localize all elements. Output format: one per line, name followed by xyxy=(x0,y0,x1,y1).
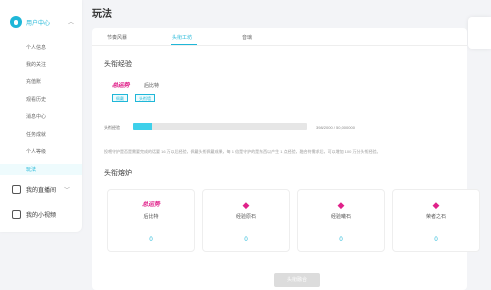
chevron-down-icon[interactable]: ﹀ xyxy=(64,185,70,194)
sidebar-item-messages[interactable]: 消息中心 xyxy=(26,113,46,120)
sidebar-item-tasks[interactable]: 任务成就 xyxy=(26,131,46,138)
sidebar-group-label: 我的小视频 xyxy=(26,213,57,219)
video-icon xyxy=(12,210,21,219)
card-name: 经验原石 xyxy=(235,214,256,220)
live-room-icon xyxy=(12,185,21,194)
sidebar-item-recharge[interactable]: 充值账 xyxy=(26,78,41,85)
card-value: 0 xyxy=(339,237,343,243)
main-panel: 节奏风暴 头衔工坊 音璃 头衔经验 总运势 后比特 佩戴 头衔墙 头衔经验 39… xyxy=(92,28,480,290)
sidebar-header-label: 用户中心 xyxy=(26,20,51,27)
sidebar-item-history[interactable]: 观看历史 xyxy=(26,96,46,103)
gem-icon: ◆ xyxy=(337,200,345,210)
exp-progress-bar xyxy=(133,123,307,130)
fuse-button[interactable]: 头衔融合 xyxy=(274,273,320,287)
tab-rhythm-storm[interactable]: 节奏风暴 xyxy=(107,34,127,41)
furnace-card-exp-ore[interactable]: ◆ 经验原石 0 xyxy=(202,189,290,252)
exp-description: 投喂守护是否是需要完成的话要 16 万以后经验，佩戴头衔佩戴成果，每 1 倍是守… xyxy=(104,149,381,154)
exp-progress-fill xyxy=(133,123,153,130)
gem-icon: ◆ xyxy=(242,200,250,210)
section-title-furnace: 头衔熔炉 xyxy=(104,170,132,177)
furnace-card-title[interactable]: 总运势 后比特 0 xyxy=(107,189,195,252)
tab-sound[interactable]: 音璃 xyxy=(242,34,252,41)
tab-bar: 节奏风暴 头衔工坊 音璃 xyxy=(92,28,467,46)
card-name: 荣者之石 xyxy=(425,214,446,220)
sidebar-item-profile[interactable]: 个人信息 xyxy=(26,44,46,51)
fan-title-logo: 总运势 xyxy=(112,80,130,89)
furnace-card-exp-stone[interactable]: ◆ 经验曦石 0 xyxy=(297,189,385,252)
gem-icon: ◆ xyxy=(432,200,440,210)
card-value: 0 xyxy=(244,237,248,243)
exp-progress-text: 398/2000 / 50,000000 xyxy=(316,125,355,130)
fan-title-name: 后比特 xyxy=(144,83,160,89)
fan-title-logo: 总运势 xyxy=(141,202,160,208)
user-center-icon xyxy=(10,16,22,28)
sidebar-group-live-room[interactable]: 我的直播间 ﹀ xyxy=(12,185,80,194)
card-value: 0 xyxy=(149,237,153,243)
furnace-card-honor-stone[interactable]: ◆ 荣者之石 0 xyxy=(392,189,480,252)
active-tab-indicator xyxy=(171,44,197,45)
page-title: 玩法 xyxy=(92,9,112,20)
sidebar: 用户中心 ︿ 个人信息 我的关注 充值账 观看历史 消息中心 任务成就 个人等级… xyxy=(0,0,82,232)
sidebar-active-highlight xyxy=(0,164,82,175)
floating-panel[interactable] xyxy=(468,17,491,49)
sidebar-item-level[interactable]: 个人等级 xyxy=(26,148,46,155)
sidebar-header-user-center[interactable]: 用户中心 ︿ xyxy=(10,14,80,30)
sidebar-item-play[interactable]: 玩法 xyxy=(26,166,36,173)
wear-badge[interactable]: 佩戴 xyxy=(112,94,128,102)
tab-title-workshop[interactable]: 头衔工坊 xyxy=(172,34,192,41)
title-wall-badge[interactable]: 头衔墙 xyxy=(135,94,155,102)
chevron-up-icon[interactable]: ︿ xyxy=(68,17,74,26)
sidebar-item-following[interactable]: 我的关注 xyxy=(26,61,46,68)
card-name: 后比特 xyxy=(143,214,159,220)
sidebar-group-label: 我的直播间 xyxy=(26,188,57,194)
sidebar-group-short-video[interactable]: 我的小视频 xyxy=(12,210,80,219)
exp-label: 头衔经验 xyxy=(104,125,120,130)
section-title-fan-exp: 头衔经验 xyxy=(104,61,132,68)
card-name: 经验曦石 xyxy=(330,214,351,220)
card-value: 0 xyxy=(434,237,438,243)
